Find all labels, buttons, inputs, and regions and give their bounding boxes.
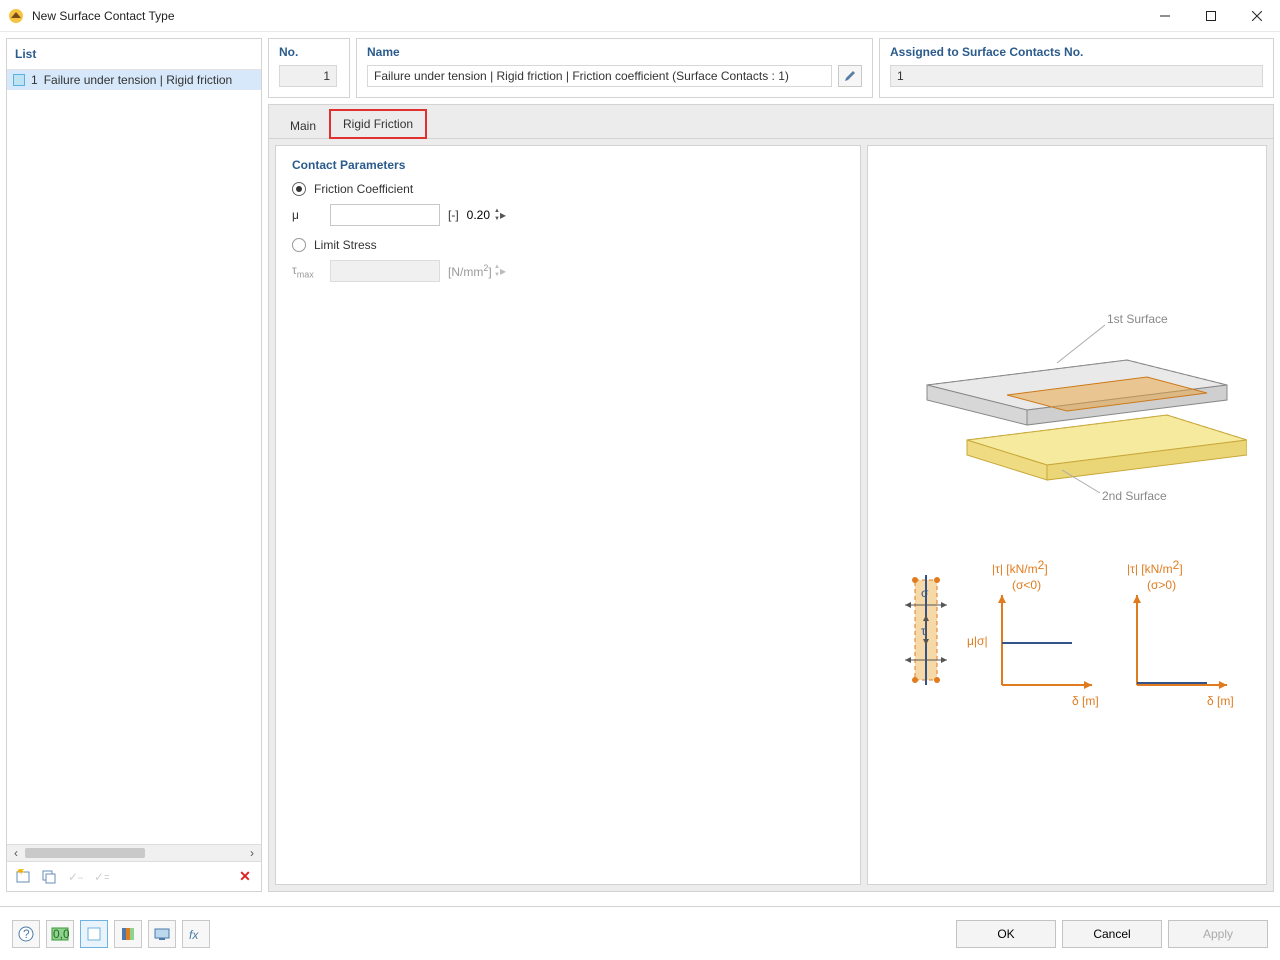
function-button[interactable]: fx: [182, 920, 210, 948]
friction-coefficient-radio[interactable]: Friction Coefficient: [292, 182, 844, 196]
horizontal-scrollbar[interactable]: ‹ ›: [7, 844, 261, 861]
radio-checked-icon: [292, 182, 306, 196]
scroll-thumb[interactable]: [25, 848, 145, 858]
svg-text:|τ| [kN/m2]: |τ| [kN/m2]: [992, 558, 1048, 576]
name-field[interactable]: [367, 65, 832, 87]
contact-parameters-title: Contact Parameters: [292, 158, 844, 172]
mu-symbol: μ: [292, 208, 322, 222]
help-button[interactable]: ?: [12, 920, 40, 948]
copy-item-button[interactable]: [37, 865, 61, 889]
apply-button: Apply: [1168, 920, 1268, 948]
list-swatch-icon: [13, 74, 25, 86]
mu-value[interactable]: [331, 208, 494, 222]
list-item-label: Failure under tension | Rigid friction: [44, 73, 233, 87]
assigned-title: Assigned to Surface Contacts No.: [880, 39, 1273, 65]
display-button[interactable]: [148, 920, 176, 948]
tab-main[interactable]: Main: [277, 112, 329, 139]
tab-rigid-friction[interactable]: Rigid Friction: [329, 109, 427, 139]
first-surface-label: 1st Surface: [1107, 312, 1168, 326]
svg-text:0,00: 0,00: [53, 927, 69, 941]
limit-stress-radio[interactable]: Limit Stress: [292, 238, 844, 252]
friction-graphs: .ax{stroke:#e07b1f;stroke-width:2}.txt{f…: [887, 555, 1247, 725]
mu-unit: [-]: [448, 208, 459, 222]
tmax-unit: [N/mm2]: [448, 263, 492, 279]
list-item[interactable]: 1 Failure under tension | Rigid friction: [7, 70, 261, 90]
radio-unchecked-icon: [292, 238, 306, 252]
color-legend-button[interactable]: [114, 920, 142, 948]
sidebar: List 1 Failure under tension | Rigid fri…: [6, 38, 262, 892]
second-surface-label: 2nd Surface: [1102, 489, 1167, 503]
sidebar-toolbar: ✶ ✓– ✓= ✕: [7, 861, 261, 891]
svg-text:τ: τ: [921, 624, 926, 638]
delete-item-button[interactable]: ✕: [233, 865, 257, 889]
surfaces-diagram: .lbl{font-size:12px; fill:#888;} 1st Sur…: [887, 305, 1247, 525]
sidebar-list[interactable]: 1 Failure under tension | Rigid friction: [7, 70, 261, 844]
svg-text:✓=: ✓=: [94, 870, 109, 884]
svg-text:✶: ✶: [16, 869, 26, 878]
ok-button[interactable]: OK: [956, 920, 1056, 948]
contact-parameters-panel: Contact Parameters Friction Coefficient …: [275, 145, 861, 885]
checklist-a-button: ✓–: [63, 865, 87, 889]
svg-text:(σ<0): (σ<0): [1012, 578, 1041, 592]
tmax-symbol: τmax: [292, 263, 322, 279]
minimize-button[interactable]: [1142, 0, 1188, 32]
svg-text:✓–: ✓–: [68, 870, 83, 884]
bottom-toolbar: ? 0,00 fx OK Cancel Apply: [0, 906, 1280, 960]
assigned-field[interactable]: [890, 65, 1263, 87]
diagram-panel: .lbl{font-size:12px; fill:#888;} 1st Sur…: [867, 145, 1267, 885]
scroll-right-icon[interactable]: ›: [245, 846, 259, 860]
friction-coefficient-label: Friction Coefficient: [314, 182, 413, 196]
number-panel: No.: [268, 38, 350, 98]
window-title: New Surface Contact Type: [32, 9, 1142, 23]
picker-icon[interactable]: ▸: [500, 208, 506, 222]
limit-stress-label: Limit Stress: [314, 238, 377, 252]
svg-text:δ [m]: δ [m]: [1072, 694, 1099, 708]
tmax-input: ▲▼ ▸: [330, 260, 440, 282]
cancel-button[interactable]: Cancel: [1062, 920, 1162, 948]
name-panel: Name: [356, 38, 873, 98]
units-button[interactable]: 0,00: [46, 920, 74, 948]
list-item-number: 1: [31, 73, 38, 87]
app-icon: [8, 8, 24, 24]
svg-text:fx: fx: [189, 928, 199, 941]
svg-text:?: ?: [23, 927, 30, 941]
number-field[interactable]: [279, 65, 337, 87]
tabstrip: Main Rigid Friction: [269, 111, 1273, 139]
assigned-panel: Assigned to Surface Contacts No.: [879, 38, 1274, 98]
scroll-left-icon[interactable]: ‹: [9, 846, 23, 860]
svg-text:|τ| [kN/m2]: |τ| [kN/m2]: [1127, 558, 1183, 576]
close-button[interactable]: [1234, 0, 1280, 32]
sidebar-header: List: [7, 39, 261, 70]
svg-text:σ: σ: [921, 586, 929, 600]
new-item-button[interactable]: ✶: [11, 865, 35, 889]
name-title: Name: [357, 39, 872, 65]
checklist-b-button: ✓=: [89, 865, 113, 889]
picker-icon: ▸: [500, 264, 506, 278]
view-mode-button[interactable]: [80, 920, 108, 948]
edit-name-button[interactable]: [838, 65, 862, 87]
titlebar: New Surface Contact Type: [0, 0, 1280, 32]
number-title: No.: [269, 39, 349, 65]
svg-text:(σ>0): (σ>0): [1147, 578, 1176, 592]
svg-text:δ [m]: δ [m]: [1207, 694, 1234, 708]
right-pane: No. Name Assigned to Surface Contacts No…: [268, 38, 1274, 892]
svg-text:μ|σ|: μ|σ|: [967, 634, 988, 648]
maximize-button[interactable]: [1188, 0, 1234, 32]
mu-input[interactable]: ▲▼ ▸: [330, 204, 440, 226]
